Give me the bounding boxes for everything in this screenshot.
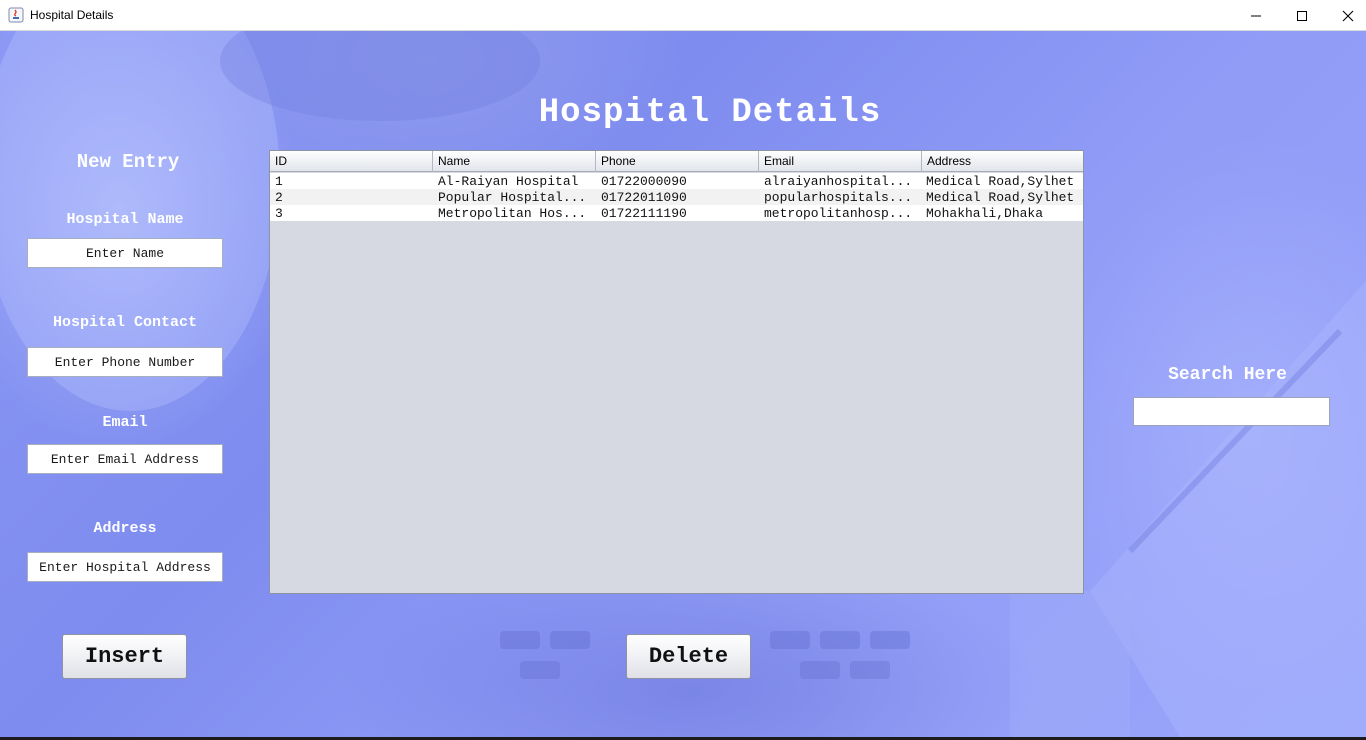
hospital-name-label: Hospital Name [66, 211, 184, 228]
email-label: Email [102, 414, 148, 431]
hospital-table[interactable]: ID Name Phone Email Address 1 Al-Raiyan … [269, 150, 1084, 594]
insert-button[interactable]: Insert [62, 634, 187, 679]
cell-name: Popular Hospital... [438, 190, 587, 205]
search-label: Search Here [1168, 365, 1287, 385]
cell-name: Metropolitan Hos... [438, 206, 587, 221]
hospital-contact-label: Hospital Contact [52, 314, 198, 331]
window-title: Hospital Details [30, 8, 114, 22]
hospital-contact-input[interactable] [27, 347, 223, 377]
cell-name: Al-Raiyan Hospital [438, 174, 579, 189]
column-header-phone[interactable]: Phone [596, 151, 759, 172]
cell-address: Mohakhali,Dhaka [926, 206, 1044, 221]
cell-phone: 01722111190 [601, 206, 687, 221]
cell-address: Medical Road,Sylhet [926, 174, 1075, 189]
page-title: Hospital Details [538, 94, 882, 132]
column-header-address[interactable]: Address [922, 151, 1083, 172]
address-input[interactable] [27, 552, 223, 582]
cell-id: 1 [275, 174, 283, 189]
cell-id: 3 [275, 206, 283, 221]
cell-phone: 01722011090 [601, 190, 687, 205]
title-bar: Hospital Details [0, 0, 1366, 31]
cell-email: metropolitanhosp... [764, 206, 913, 221]
maximize-button[interactable] [1279, 0, 1325, 31]
cell-phone: 01722000090 [601, 174, 687, 189]
close-icon [1342, 10, 1354, 21]
close-button[interactable] [1325, 0, 1366, 31]
table-row[interactable]: 1 Al-Raiyan Hospital 01722000090 alraiya… [270, 173, 1083, 189]
search-input[interactable] [1133, 397, 1330, 426]
table-row[interactable]: 3 Metropolitan Hos... 01722111190 metrop… [270, 205, 1083, 221]
minimize-icon [1251, 15, 1261, 16]
maximize-icon [1297, 10, 1307, 21]
cell-email: popularhospitals... [764, 190, 913, 205]
delete-button[interactable]: Delete [626, 634, 751, 679]
table-body: 1 Al-Raiyan Hospital 01722000090 alraiya… [270, 173, 1083, 221]
cell-email: alraiyanhospital... [764, 174, 913, 189]
column-header-name[interactable]: Name [433, 151, 596, 172]
main-panel: Hospital Details New Entry Hospital Name… [0, 31, 1366, 737]
column-header-id[interactable]: ID [270, 151, 433, 172]
minimize-button[interactable] [1233, 0, 1279, 31]
table-header: ID Name Phone Email Address [270, 151, 1083, 172]
hospital-name-input[interactable] [27, 238, 223, 268]
column-header-email[interactable]: Email [759, 151, 922, 172]
new-entry-heading: New Entry [76, 151, 180, 173]
cell-id: 2 [275, 190, 283, 205]
email-input[interactable] [27, 444, 223, 474]
table-row[interactable]: 2 Popular Hospital... 01722011090 popula… [270, 189, 1083, 205]
java-icon [8, 7, 24, 23]
address-label: Address [93, 520, 157, 537]
cell-address: Medical Road,Sylhet [926, 190, 1075, 205]
